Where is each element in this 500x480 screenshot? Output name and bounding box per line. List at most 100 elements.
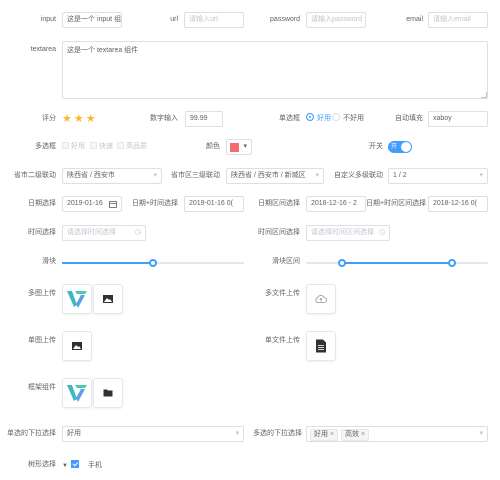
resize-handle-icon[interactable] [481,92,487,98]
input-label: input [40,16,56,23]
date-input[interactable]: 2019-01-16 [62,196,122,212]
tree-node[interactable]: ▼ 手机 [62,459,102,473]
tag-label: 高效 [345,431,360,438]
caret-down-icon[interactable]: ▼ [62,463,68,469]
timerange-placeholder: 请选择时间区间选择 [311,229,374,236]
number-input[interactable]: 99.99 [185,111,223,127]
frame-selected-thumb[interactable] [62,378,92,408]
close-icon[interactable]: × [361,431,365,438]
calendar-icon [109,201,117,208]
multi-select[interactable]: 好用 × 高效 × ▾ [306,426,488,442]
rating-stars[interactable]: ★★★ [62,112,98,126]
upload-file-label: 单文件上传 [265,337,300,344]
chevron-down-icon: ▾ [153,172,157,179]
text-input[interactable]: 这是一个 input 组件 [62,12,122,28]
slider-label: 滑块 [42,258,56,265]
uploaded-image-thumb[interactable] [62,284,92,314]
chevron-down-icon: ▾ [243,143,247,150]
switch-toggle[interactable]: 开 [388,141,412,153]
date-value: 2019-01-16 [67,200,103,207]
city3-value: 陕西省 / 西安市 / 新城区 [231,172,306,179]
single-image-upload-button[interactable] [62,331,92,361]
upload-images-label: 多图上传 [28,290,56,297]
add-image-button[interactable] [93,284,123,314]
tree-checkbox-checked[interactable] [70,460,79,469]
daterange-input[interactable]: 2018-12-16 - 2 [306,196,366,212]
radio-option-bad[interactable]: 不好用 [332,112,364,126]
autocomplete-input[interactable]: xaboy [428,111,488,127]
slider-handle[interactable] [149,259,157,267]
switch-label: 开关 [369,143,383,150]
tree-node-label: 手机 [87,462,102,469]
range-slider-track[interactable] [306,259,488,267]
range-slider-fill [342,262,452,264]
radio-option-label: 不好用 [343,115,364,122]
datetimerange-input[interactable]: 2018-12-16 0( [428,196,488,212]
timerange-input[interactable]: 请选择时间区间选择 ◷ [306,225,390,241]
document-icon [316,339,326,353]
cascader-value: 1 / 2 [393,172,407,179]
radio-label: 单选框 [279,115,300,122]
time-input[interactable]: 请选择时间选择 ◷ [62,225,146,241]
datetime-label: 日期+时间选择 [131,200,178,207]
radio-dot [332,113,340,122]
checkbox-good[interactable]: 好用 [62,140,85,154]
cascader-label: 自定义多级联动 [334,172,383,179]
city2-label: 省市二级联动 [14,172,56,179]
password-label: password [270,16,300,23]
multi-select-tag[interactable]: 好用 × [310,429,339,441]
chevron-down-icon: ▾ [315,172,319,179]
time-label: 时间选择 [28,229,56,236]
single-file-upload-button[interactable] [306,331,336,361]
daterange-value: 2018-12-16 - 2 [311,200,357,207]
checkbox-option-label: 快速 [99,143,113,150]
clock-icon: ◷ [378,229,385,236]
datetime-input[interactable]: 2019-01-16 0( [184,196,244,212]
color-label: 颜色 [206,143,220,150]
checkbox-quality[interactable]: 高品质 [117,140,147,154]
email-input[interactable]: 请输入email [428,12,488,28]
checkbox-option-label: 好用 [71,143,85,150]
multiselect-label: 多选的下拉选择 [253,430,302,437]
daterange-label: 日期区间选择 [258,200,300,207]
datetime-value: 2019-01-16 0( [189,200,233,207]
range-slider-handle-start[interactable] [338,259,347,267]
chevron-down-icon: ▾ [479,430,483,437]
slider-track[interactable] [62,259,244,267]
range-slider-handle-end[interactable] [447,259,456,267]
cascader-select[interactable]: 1 / 2 ▾ [388,168,488,184]
chevron-down-icon: ▾ [235,430,239,437]
textarea-label: textarea [30,46,56,53]
single-select-value: 好用 [67,430,81,437]
open-frame-button[interactable] [93,378,123,408]
chevron-down-icon: ▾ [479,172,483,179]
checkbox-fast[interactable]: 快速 [90,140,113,154]
url-label: url [170,16,178,23]
image-icon [103,295,113,303]
time-placeholder: 请选择时间选择 [67,229,116,236]
password-input[interactable]: 请输入password [306,12,366,28]
brand-logo-icon [67,291,87,308]
city2-select[interactable]: 陕西省 / 西安市 ▾ [62,168,162,184]
upload-image-label: 单图上传 [28,337,56,344]
url-input[interactable]: 请输入url [184,12,244,28]
radio-option-good[interactable]: 好用 [306,112,331,126]
city3-select[interactable]: 陕西省 / 西安市 / 新城区 ▾ [226,168,324,184]
add-file-button[interactable] [306,284,336,314]
multi-select-tag[interactable]: 高效 × [341,429,370,441]
sliderrange-label: 滑块区间 [272,258,300,265]
close-icon[interactable]: × [330,431,334,438]
color-picker[interactable]: ▾ [226,139,252,155]
textarea-field[interactable]: 这是一个 textarea 组件 [62,41,488,99]
folder-icon [103,389,113,397]
timerange-label: 时间区间选择 [258,229,300,236]
single-select[interactable]: 好用 ▾ [62,426,244,442]
rating-label: 评分 [42,115,56,122]
datetimerange-value: 2018-12-16 0( [433,200,477,207]
checkbox-box [117,141,124,149]
select-label: 单选的下拉选择 [7,430,56,437]
cloud-upload-icon [315,295,327,303]
number-label: 数字输入 [150,115,178,122]
checkbox-box [62,141,69,149]
frame-label: 框架组件 [28,384,56,391]
